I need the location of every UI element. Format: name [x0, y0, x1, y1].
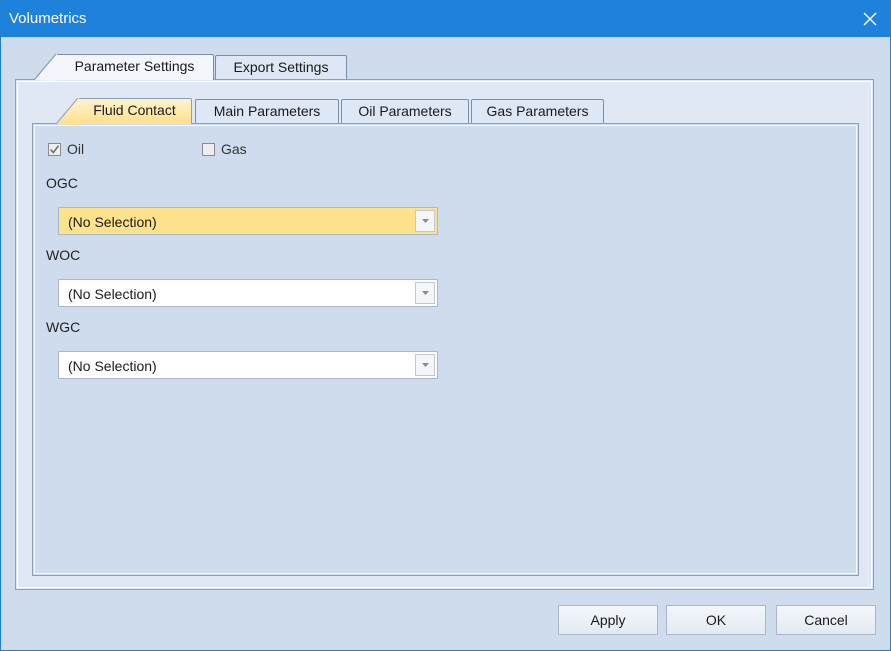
tab-label: Main Parameters	[213, 103, 321, 119]
checkbox-box	[48, 142, 61, 156]
woc-combobox[interactable]: (No Selection)	[58, 279, 438, 307]
title-bar: Volumetrics	[1, 1, 890, 37]
tab-label: Parameter Settings	[74, 58, 195, 74]
apply-button[interactable]: Apply	[558, 605, 658, 635]
wgc-label: WGC	[46, 319, 81, 335]
chevron-down-icon	[421, 219, 429, 223]
tab-parameter-settings[interactable]: Parameter Settings	[34, 54, 214, 81]
close-icon	[863, 12, 877, 26]
fluid-contact-panel	[32, 123, 859, 576]
tab-label: Fluid Contact	[93, 102, 176, 118]
ogc-label: OGC	[46, 175, 78, 191]
cancel-button[interactable]: Cancel	[776, 605, 876, 635]
checkbox-label: Oil	[67, 141, 85, 157]
tab-export-settings[interactable]: Export Settings	[215, 55, 347, 79]
close-button[interactable]	[850, 1, 890, 37]
dropdown-button[interactable]	[415, 210, 435, 232]
dropdown-button[interactable]	[415, 282, 435, 304]
tab-label: Export Settings	[233, 59, 329, 75]
checkmark-icon	[49, 144, 60, 154]
chevron-down-icon	[421, 363, 429, 367]
tab-gas-parameters[interactable]: Gas Parameters	[471, 99, 604, 123]
woc-label: WOC	[46, 247, 81, 263]
ok-button[interactable]: OK	[666, 605, 766, 635]
gas-checkbox[interactable]: Gas	[202, 141, 247, 157]
checkbox-label: Gas	[221, 141, 247, 157]
tab-oil-parameters[interactable]: Oil Parameters	[341, 99, 469, 123]
oil-checkbox[interactable]: Oil	[48, 141, 84, 157]
checkbox-box	[202, 142, 215, 156]
tab-main-parameters[interactable]: Main Parameters	[195, 99, 339, 123]
tab-label: Oil Parameters	[358, 103, 452, 119]
tab-slant-shape	[34, 54, 57, 81]
combobox-value: (No Selection)	[68, 286, 157, 302]
tab-fluid-contact[interactable]: Fluid Contact	[56, 98, 192, 125]
combobox-value: (No Selection)	[68, 214, 157, 230]
tab-slant-shape	[56, 98, 79, 125]
chevron-down-icon	[421, 291, 429, 295]
window-title: Volumetrics	[9, 10, 87, 27]
wgc-combobox[interactable]: (No Selection)	[58, 351, 438, 379]
combobox-value: (No Selection)	[68, 358, 157, 374]
dropdown-button[interactable]	[415, 354, 435, 376]
tab-label: Gas Parameters	[486, 103, 589, 119]
volumetrics-dialog: Volumetrics Parameter Settings Export Se…	[0, 0, 891, 651]
panel-highlight	[34, 125, 857, 574]
ogc-combobox[interactable]: (No Selection)	[58, 207, 438, 235]
